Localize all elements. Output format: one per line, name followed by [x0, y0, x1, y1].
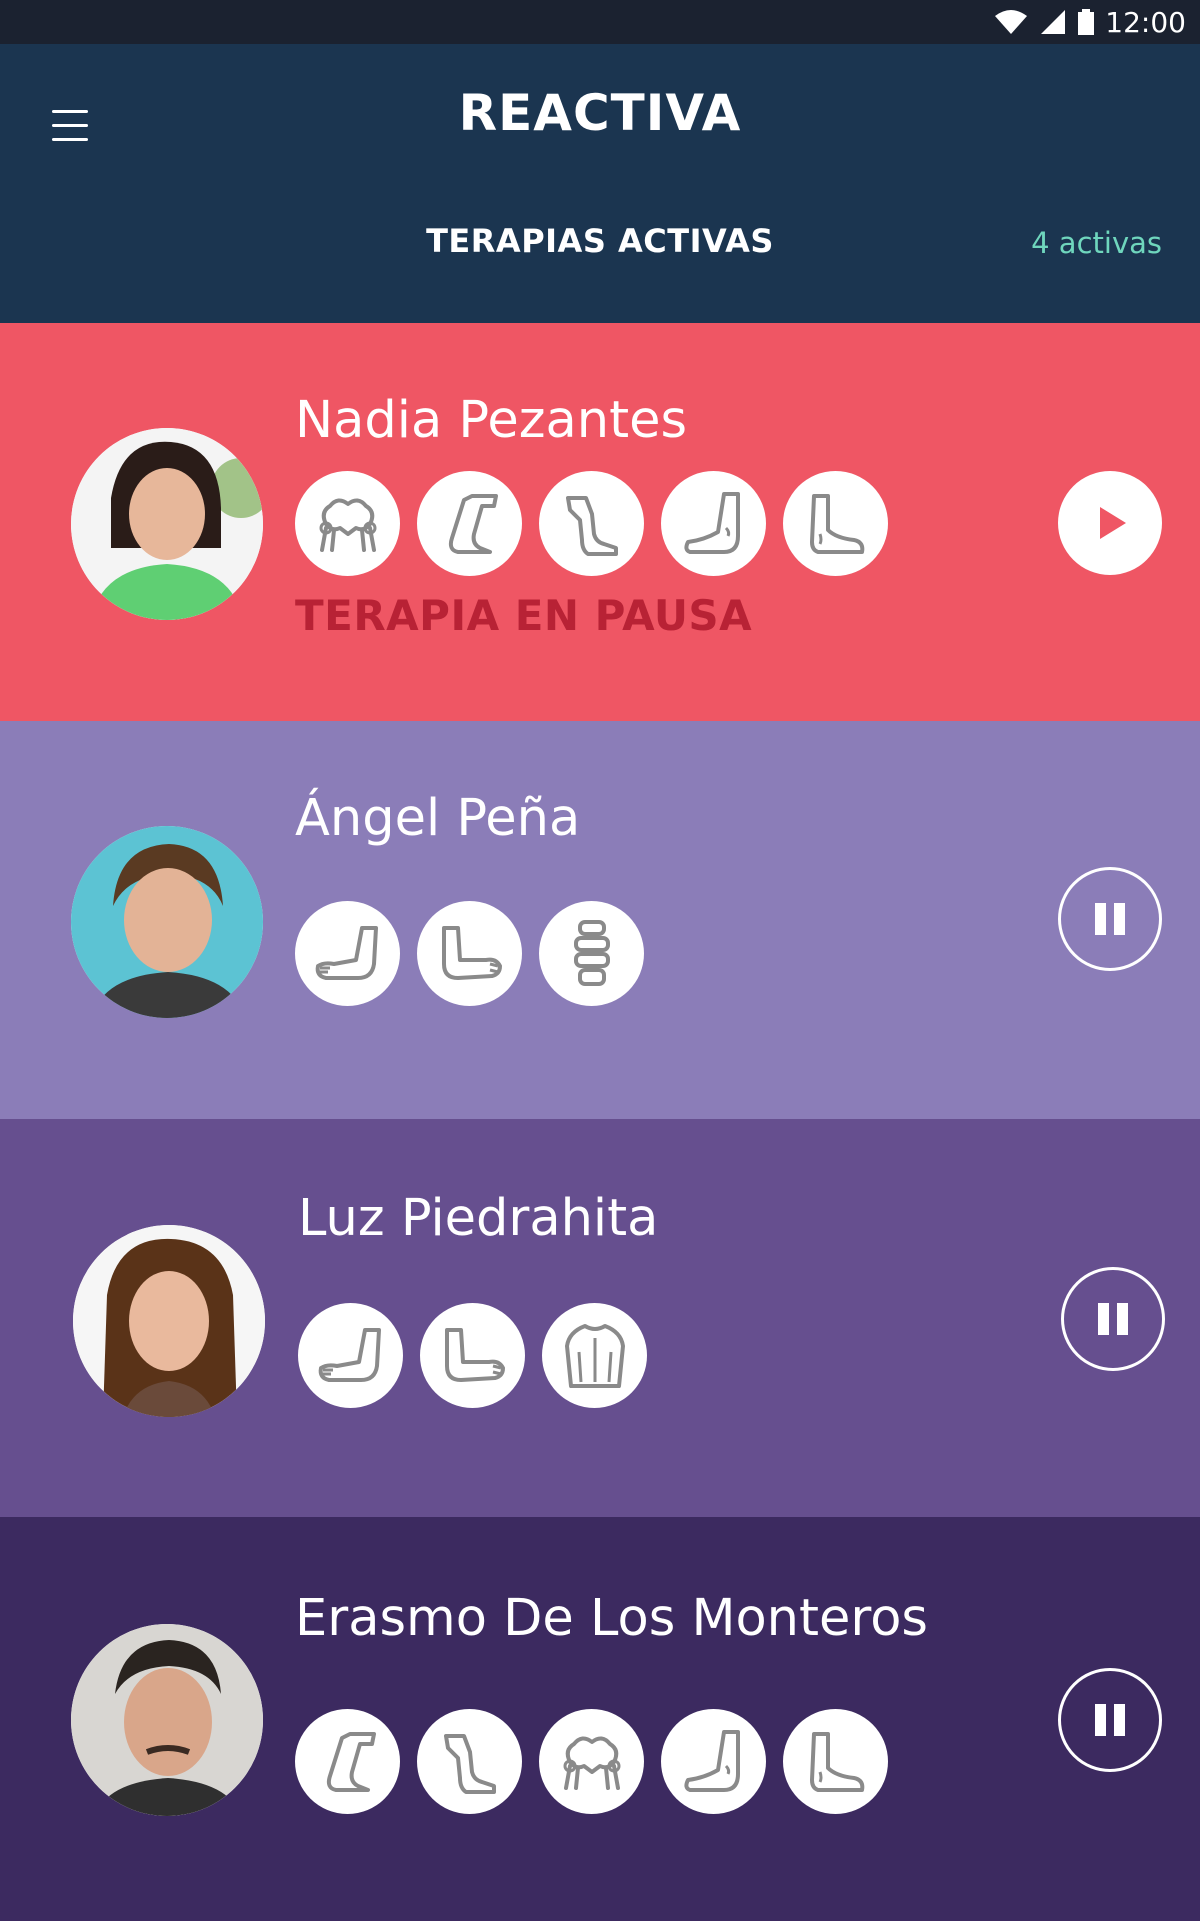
therapy-card[interactable]: Ángel Peña — [0, 721, 1200, 1119]
therapy-icons — [295, 901, 644, 1006]
patient-name: Erasmo De Los Monteros — [295, 1589, 928, 1648]
pause-button[interactable] — [1061, 1267, 1165, 1371]
ankle-icon[interactable] — [661, 471, 766, 576]
therapy-card[interactable]: Erasmo De Los Monteros — [0, 1517, 1200, 1921]
active-count: 4 activas — [1031, 226, 1162, 260]
arm-icon[interactable] — [417, 901, 522, 1006]
avatar — [71, 428, 263, 620]
page-title: TERAPIAS ACTIVAS — [426, 222, 774, 260]
app-header: REACTIVA TERAPIAS ACTIVAS 4 activas — [0, 44, 1200, 323]
foot-icon[interactable] — [783, 471, 888, 576]
avatar — [71, 1624, 263, 1816]
therapy-icons — [295, 471, 888, 576]
hip-icon[interactable] — [295, 471, 400, 576]
spine-icon[interactable] — [539, 901, 644, 1006]
elbow-icon[interactable] — [295, 901, 400, 1006]
knee-bent-icon[interactable] — [417, 471, 522, 576]
therapy-icons — [298, 1303, 647, 1408]
therapy-icons — [295, 1709, 888, 1814]
therapy-status: TERAPIA EN PAUSA — [295, 591, 753, 640]
hip-icon[interactable] — [539, 1709, 644, 1814]
ankle-icon[interactable] — [661, 1709, 766, 1814]
signal-icon — [1041, 10, 1066, 34]
play-button[interactable] — [1058, 471, 1162, 575]
clock: 12:00 — [1105, 5, 1186, 39]
patient-name: Nadia Pezantes — [295, 391, 688, 450]
therapy-card[interactable]: Luz Piedrahita — [0, 1119, 1200, 1517]
patient-name: Luz Piedrahita — [298, 1189, 659, 1248]
battery-icon — [1078, 9, 1095, 35]
patient-name: Ángel Peña — [295, 789, 581, 848]
arm-icon[interactable] — [420, 1303, 525, 1408]
status-bar: 12:00 — [0, 0, 1200, 44]
pause-button[interactable] — [1058, 1668, 1162, 1772]
app-logo: REACTIVA — [458, 84, 742, 142]
foot-icon[interactable] — [783, 1709, 888, 1814]
play-icon — [1100, 507, 1126, 539]
knee-bent-icon[interactable] — [295, 1709, 400, 1814]
knee-straight-icon[interactable] — [417, 1709, 522, 1814]
pause-icon — [1095, 1704, 1125, 1736]
therapy-card[interactable]: Nadia Pezantes TERAPIA EN PAUSA — [0, 323, 1200, 721]
knee-straight-icon[interactable] — [539, 471, 644, 576]
avatar — [73, 1225, 265, 1417]
pause-icon — [1095, 903, 1125, 935]
wifi-icon — [995, 10, 1028, 34]
pause-icon — [1098, 1303, 1128, 1335]
elbow-icon[interactable] — [298, 1303, 403, 1408]
back-icon[interactable] — [542, 1303, 647, 1408]
avatar — [71, 826, 263, 1018]
pause-button[interactable] — [1058, 867, 1162, 971]
